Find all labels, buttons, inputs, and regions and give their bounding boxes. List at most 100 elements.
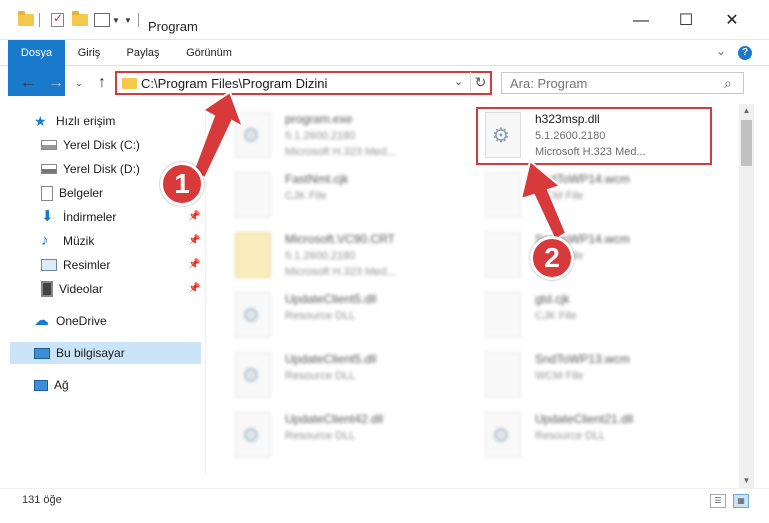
address-path[interactable]: C:\Program Files\Program Dizini	[141, 76, 327, 91]
search-box[interactable]: ⌕	[501, 72, 744, 94]
pin-icon[interactable]: 📌	[188, 211, 200, 222]
sidebar-item-documents[interactable]: Belgeler	[41, 182, 103, 204]
file-item[interactable]: SndToWP13.wcm WCM File	[475, 348, 715, 404]
tab-home[interactable]: Giriş	[68, 40, 110, 66]
folder-item[interactable]: Microsoft.VC90.CRT 5.1.2600.2180 Microso…	[225, 228, 465, 284]
download-icon: ⬇	[41, 208, 54, 225]
annotation-marker-2: 2	[530, 236, 574, 280]
view-properties-icon[interactable]	[94, 10, 110, 30]
file-item[interactable]: UpdateClient5.dll Resource DLL	[225, 288, 465, 344]
file-type: WCM File	[535, 370, 584, 382]
large-icons-view-icon[interactable]: ▦	[733, 494, 749, 508]
folder-icon	[235, 232, 271, 278]
file-name: SndToWP14.wcm	[535, 172, 630, 186]
sidebar-item-videos[interactable]: Videolar	[41, 278, 103, 300]
sidebar-item-local-disk-d[interactable]: Yerel Disk (D:)	[41, 158, 140, 180]
sidebar-item-label: Videolar	[59, 282, 103, 296]
file-gear-icon	[235, 412, 271, 458]
properties-check-icon[interactable]	[51, 10, 64, 30]
network-icon	[34, 379, 48, 391]
sidebar-item-label: Hızlı erişim	[56, 114, 116, 128]
file-name: UpdateClient5.dll	[285, 292, 377, 306]
sidebar-item-downloads[interactable]: ⬇ İndirmeler	[41, 206, 116, 228]
file-icon	[485, 232, 521, 278]
sidebar-item-label: Yerel Disk (C:)	[63, 138, 140, 152]
folder-icon	[18, 10, 34, 30]
file-item[interactable]: program.exe 5.1.2600.2180 Microsoft H.32…	[225, 108, 465, 164]
scrollbar-thumb[interactable]	[741, 120, 752, 166]
status-bar: 131 öğe ☰ ▦	[0, 488, 769, 510]
file-type: CJK File	[535, 310, 577, 322]
file-item[interactable]: SndToWP14.wcm WCM File	[475, 228, 715, 284]
window-title: Program	[148, 19, 198, 34]
file-gear-icon	[485, 412, 521, 458]
file-name: FastNmt.cjk	[285, 172, 349, 186]
file-name: UpdateClient21.dll	[535, 412, 634, 426]
item-count: 131 öğe	[22, 494, 62, 506]
star-icon: ★	[34, 113, 47, 129]
file-item[interactable]: UpdateClient21.dll Resource DLL	[475, 408, 715, 464]
address-bar[interactable]: C:\Program Files\Program Dizini ⌄ ↻	[115, 71, 492, 95]
up-button[interactable]: ↑	[94, 74, 110, 92]
sidebar-item-pictures[interactable]: Resimler	[41, 254, 110, 276]
new-folder-icon[interactable]	[72, 10, 88, 30]
file-name: SndToWP13.wcm	[535, 352, 630, 366]
ribbon-tabs: Dosya Giriş Paylaş Görünüm ⌄ ?	[0, 40, 769, 96]
sidebar-item-label: Bu bilgisayar	[56, 346, 125, 360]
file-name: UpdateClient42.dll	[285, 412, 384, 426]
sidebar-item-network[interactable]: Ağ	[34, 374, 69, 396]
vertical-scrollbar[interactable]: ▲ ▼	[739, 104, 754, 488]
search-input[interactable]	[510, 76, 710, 91]
minimize-button[interactable]: —	[631, 13, 651, 29]
cloud-icon: ☁	[34, 312, 49, 329]
sidebar-item-label: OneDrive	[56, 314, 107, 328]
pin-icon[interactable]: 📌	[188, 235, 200, 246]
sidebar-item-onedrive[interactable]: ☁ OneDrive	[34, 310, 107, 332]
sidebar-item-music[interactable]: ♪ Müzik	[41, 230, 94, 252]
sidebar-item-this-pc[interactable]: Bu bilgisayar	[10, 342, 201, 364]
folder-icon	[122, 78, 137, 89]
search-icon[interactable]: ⌕	[724, 75, 732, 92]
pin-icon[interactable]: 📌	[188, 283, 200, 294]
file-gear-icon	[235, 352, 271, 398]
forward-button[interactable]: →	[48, 74, 64, 92]
file-item[interactable]: SndToWP14.wcm WCM File	[475, 168, 715, 224]
scroll-up-icon[interactable]: ▲	[739, 106, 754, 115]
file-name: program.exe	[285, 112, 353, 126]
file-icon	[485, 172, 521, 218]
file-type: CJK File	[285, 190, 327, 202]
file-item[interactable]: gtd.cjk CJK File	[475, 288, 715, 344]
maximize-button[interactable]: ☐	[676, 13, 696, 29]
file-type: WCM File	[535, 190, 584, 202]
file-item[interactable]: FastNmt.cjk CJK File	[225, 168, 465, 224]
file-type: Resource DLL	[285, 370, 356, 382]
expand-ribbon-icon[interactable]: ⌄	[716, 44, 726, 58]
sidebar-item-quick-access[interactable]: ★ Hızlı erişim	[34, 110, 115, 132]
details-view-icon[interactable]: ☰	[710, 494, 726, 508]
customize-toolbar-icon[interactable]: ▼	[124, 10, 132, 30]
file-item[interactable]: UpdateClient5.dll Resource DLL	[225, 348, 465, 404]
file-icon	[485, 352, 521, 398]
back-button[interactable]: ←	[20, 74, 36, 92]
recent-locations-icon[interactable]: ⌄	[71, 74, 87, 92]
close-button[interactable]: ✕	[722, 13, 742, 29]
file-description: Microsoft H.323 Med...	[285, 266, 396, 278]
sidebar-item-label: Resimler	[63, 258, 111, 272]
video-icon	[41, 281, 53, 297]
file-item[interactable]: UpdateClient42.dll Resource DLL	[225, 408, 465, 464]
help-button[interactable]: ?	[738, 46, 752, 60]
sidebar-item-label: Müzik	[63, 234, 95, 248]
scroll-down-icon[interactable]: ▼	[739, 476, 754, 485]
chevron-down-icon[interactable]: ▼	[112, 10, 120, 30]
pin-icon[interactable]: 📌	[188, 259, 200, 270]
sidebar-item-local-disk-c[interactable]: Yerel Disk (C:)	[41, 134, 140, 156]
chevron-down-icon[interactable]: ⌄	[454, 75, 463, 88]
refresh-button[interactable]: ↻	[470, 72, 490, 92]
tab-view[interactable]: Görünüm	[178, 40, 240, 66]
sidebar-item-label: Yerel Disk (D:)	[63, 162, 140, 176]
music-icon: ♪	[41, 232, 49, 249]
file-type: Resource DLL	[285, 310, 356, 322]
tab-share[interactable]: Paylaş	[118, 40, 168, 66]
file-type: Resource DLL	[285, 430, 356, 442]
annotation-marker-1: 1	[160, 162, 204, 206]
